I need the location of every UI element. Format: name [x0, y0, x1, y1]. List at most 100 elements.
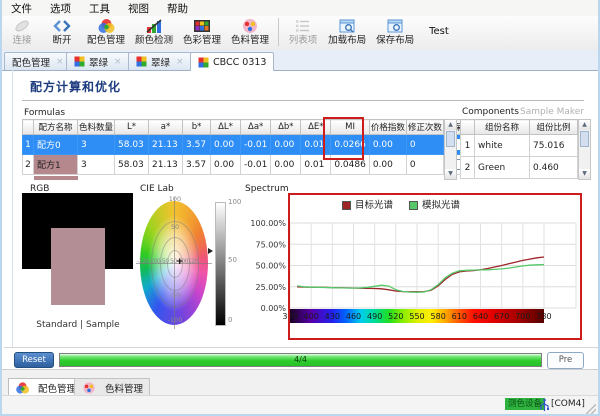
- column-header[interactable]: Δb*: [271, 120, 301, 135]
- svg-text:75.00%: 75.00%: [255, 240, 286, 249]
- corner-header: [461, 120, 475, 135]
- cielab-b-axis-label: 100: [165, 195, 185, 203]
- cell: 58.03: [115, 155, 149, 175]
- svg-text:520: 520: [388, 312, 403, 321]
- toolbar-button-disconnect[interactable]: 断开: [42, 16, 82, 49]
- svg-text:400: 400: [304, 312, 319, 321]
- cielab-b-axis-label: -100: [165, 316, 185, 324]
- scroll-up-icon[interactable]: ▲: [579, 120, 590, 130]
- column-header[interactable]: b*: [183, 120, 211, 135]
- scroll-thumb[interactable]: [580, 131, 589, 147]
- table-row[interactable]: 2Green0.460: [461, 157, 578, 179]
- toolbar-button-colorant-manage[interactable]: 色料管理: [226, 16, 274, 49]
- cielab-a-axis-labels: -120-100-50 50 100120: [137, 258, 211, 265]
- cell: 3.57: [183, 155, 211, 175]
- doc-tab-label: 配色管理: [12, 55, 50, 69]
- toolbar-button-label: 断开: [52, 35, 71, 47]
- reset-button[interactable]: Reset: [14, 352, 54, 368]
- pre-button[interactable]: Pre: [547, 352, 584, 369]
- colorant-manage-icon: [240, 17, 260, 35]
- usb-icon: [539, 397, 550, 416]
- components-scrollbar[interactable]: ▲ ▼: [578, 119, 591, 180]
- bottom-tab-label: 色料管理: [105, 381, 143, 395]
- scroll-down-icon[interactable]: ▼: [579, 169, 590, 179]
- column-header[interactable]: 色料数量: [78, 120, 115, 135]
- svg-text:430: 430: [325, 312, 340, 321]
- lightness-marker-icon: [208, 248, 213, 254]
- sample-maker-tab[interactable]: Sample Maker: [520, 107, 584, 117]
- scroll-down-icon[interactable]: ▼: [445, 169, 456, 179]
- scroll-thumb[interactable]: [446, 131, 455, 147]
- cell: 0.01: [301, 135, 331, 155]
- menu-bar: 文件选项工具视图帮助: [2, 0, 598, 17]
- column-header[interactable]: 配方名称: [34, 120, 78, 135]
- menu-item-4[interactable]: 视图: [119, 0, 158, 17]
- toolbar-button-connect[interactable]: 连接: [2, 16, 42, 49]
- component-ratio-cell: 75.016: [530, 135, 578, 157]
- menu-item-3[interactable]: 工具: [80, 0, 119, 17]
- doc-tab-3[interactable]: 翠绿 ×: [128, 52, 192, 70]
- toolbar-button-label: 颜色检测: [135, 35, 173, 47]
- status-bar: 测色设备 [COM4]: [2, 395, 598, 416]
- close-icon[interactable]: ×: [114, 57, 122, 67]
- column-header[interactable]: 价格指数: [369, 120, 406, 135]
- formulas-partial-row: [34, 176, 78, 180]
- spectrum-chart: 100.00%75.00%50.00%25.00%0.00%3704004304…: [242, 190, 587, 340]
- svg-text:25.00%: 25.00%: [255, 283, 286, 292]
- close-icon[interactable]: ×: [56, 57, 64, 67]
- svg-text:460: 460: [346, 312, 361, 321]
- menu-item-1[interactable]: 文件: [2, 0, 41, 17]
- footer-divider: [4, 347, 600, 348]
- resize-grip[interactable]: [586, 404, 596, 414]
- svg-text:730: 730: [536, 312, 551, 321]
- toolbar-button-label: 保存布局: [376, 35, 414, 47]
- toolbar-button-load-layout[interactable]: 加载布局: [323, 16, 371, 49]
- cell: 0.0266: [331, 135, 370, 155]
- table-row[interactable]: 2配方1358.0321.133.570.00-0.010.000.010.04…: [23, 155, 472, 175]
- svg-text:100.00%: 100.00%: [250, 219, 286, 228]
- column-header[interactable]: MI: [331, 120, 370, 135]
- svg-text:640: 640: [473, 312, 488, 321]
- colorant-manage-icon: [81, 380, 97, 394]
- menu-item-2[interactable]: 选项: [41, 0, 80, 17]
- cell: 0.0486: [331, 155, 370, 175]
- cell: -0.01: [241, 135, 271, 155]
- document-tab-strip: 配色管理 × 翠绿 × 翠绿 × CBCC 0313: [2, 50, 598, 71]
- cell: 21.13: [149, 135, 183, 155]
- formulas-scrollbar[interactable]: ▲ ▼: [444, 119, 457, 180]
- bottom-tab-1[interactable]: 配色管理: [8, 378, 83, 396]
- doc-tab-label: 翠绿: [89, 55, 108, 69]
- scroll-up-icon[interactable]: ▲: [445, 120, 456, 130]
- tab-color-icon: [74, 56, 85, 67]
- column-header[interactable]: 组份比例: [530, 120, 578, 135]
- column-header[interactable]: ΔL*: [211, 120, 241, 135]
- cielab-b-axis-label: 50: [165, 223, 185, 231]
- column-header[interactable]: a*: [149, 120, 183, 135]
- toolbar-button-save-layout[interactable]: 保存布局: [371, 16, 419, 49]
- cell: 3: [78, 135, 115, 155]
- toolbar-button-list-items[interactable]: 列表项: [283, 16, 323, 49]
- page-title: 配方计算和优化: [30, 78, 121, 95]
- tab-color-icon: [198, 57, 209, 68]
- formula-name-cell: 配方1: [34, 155, 78, 175]
- com-port-label: [COM4]: [551, 399, 585, 409]
- toolbar-button-color-detect[interactable]: 颜色检测: [130, 16, 178, 49]
- components-tab[interactable]: Components: [462, 107, 519, 117]
- column-header[interactable]: L*: [115, 120, 149, 135]
- doc-tab-label: 翠绿: [151, 55, 170, 69]
- column-header[interactable]: Δa*: [241, 120, 271, 135]
- doc-tab-4[interactable]: CBCC 0313: [190, 52, 274, 71]
- toolbar-button-color-matching[interactable]: 配色管理: [82, 16, 130, 49]
- svg-text:370: 370: [282, 312, 297, 321]
- toolbar-button-color-manage[interactable]: 色彩管理: [178, 16, 226, 49]
- table-row[interactable]: 1配方0358.0321.133.570.00-0.010.000.010.02…: [23, 135, 472, 155]
- column-header[interactable]: ΔE*: [301, 120, 331, 135]
- lightness-bar[interactable]: [215, 202, 226, 326]
- table-row[interactable]: 1white75.016: [461, 135, 578, 157]
- doc-tab-1[interactable]: 配色管理 ×: [4, 52, 72, 70]
- column-header[interactable]: 修正次数: [406, 120, 443, 135]
- close-icon[interactable]: ×: [176, 57, 184, 67]
- doc-tab-2[interactable]: 翠绿 ×: [66, 52, 130, 70]
- menu-item-5[interactable]: 帮助: [158, 0, 197, 17]
- column-header[interactable]: 组份名称: [475, 120, 530, 135]
